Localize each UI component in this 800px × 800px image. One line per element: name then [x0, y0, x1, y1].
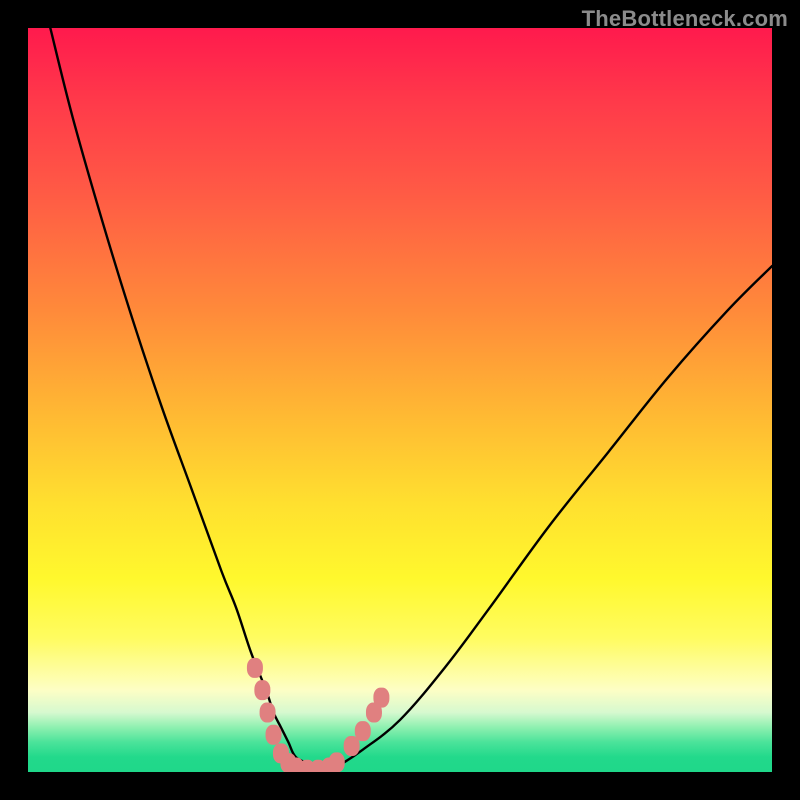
- data-marker: [329, 752, 345, 772]
- bottleneck-curve: [50, 28, 772, 772]
- chart-svg: [28, 28, 772, 772]
- data-marker: [355, 721, 371, 741]
- data-marker: [254, 680, 270, 700]
- data-marker: [247, 658, 263, 678]
- data-marker: [344, 736, 360, 756]
- data-marker: [373, 688, 389, 708]
- plot-area: [28, 28, 772, 772]
- watermark-text: TheBottleneck.com: [582, 6, 788, 32]
- chart-frame: TheBottleneck.com: [0, 0, 800, 800]
- data-marker: [266, 725, 282, 745]
- marker-group: [247, 658, 389, 772]
- data-marker: [260, 702, 276, 722]
